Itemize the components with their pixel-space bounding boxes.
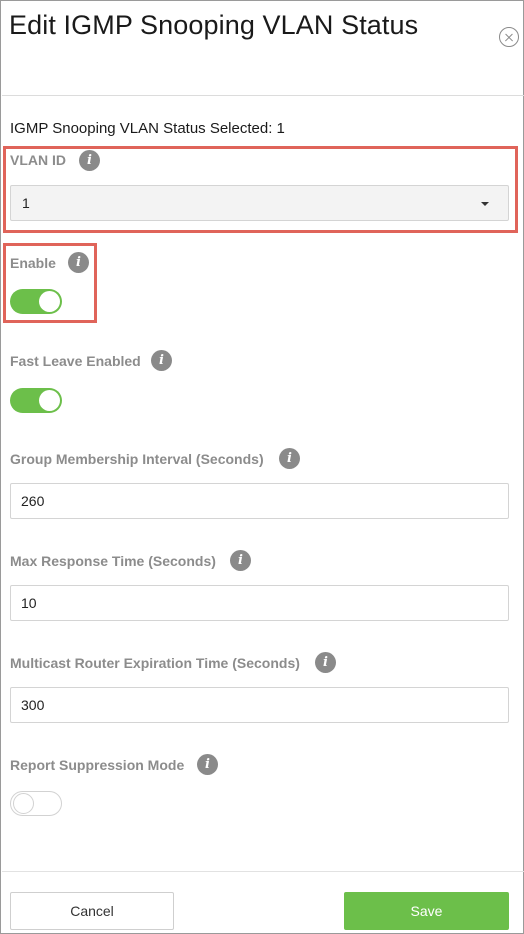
vlan-id-info-icon[interactable]: i — [79, 150, 100, 171]
vlan-id-value: 1 — [22, 195, 30, 211]
group-membership-interval-input[interactable] — [10, 483, 509, 519]
enable-info-icon[interactable]: i — [68, 252, 89, 273]
toggle-knob — [39, 291, 60, 312]
toggle-knob — [13, 793, 34, 814]
enable-label: Enable — [10, 255, 56, 271]
header-divider — [2, 95, 524, 96]
dialog-title: Edit IGMP Snooping VLAN Status — [9, 10, 419, 40]
max-response-time-label: Max Response Time (Seconds) — [10, 553, 216, 569]
fast-leave-info-icon[interactable]: i — [151, 350, 172, 371]
report-suppression-info-icon[interactable]: i — [197, 754, 218, 775]
max-response-time-info-icon[interactable]: i — [230, 550, 251, 571]
max-response-time-input[interactable] — [10, 585, 509, 621]
mrouter-expiration-label: Multicast Router Expiration Time (Second… — [10, 655, 300, 671]
report-suppression-toggle[interactable] — [10, 791, 62, 816]
mrouter-expiration-input[interactable] — [10, 687, 509, 723]
save-button[interactable]: Save — [344, 892, 509, 930]
fast-leave-toggle[interactable] — [10, 388, 62, 413]
selection-summary: IGMP Snooping VLAN Status Selected: 1 — [10, 120, 285, 137]
mrouter-expiration-info-icon[interactable]: i — [315, 652, 336, 673]
footer-divider — [2, 871, 524, 872]
vlan-id-label: VLAN ID — [10, 152, 66, 168]
fast-leave-label: Fast Leave Enabled — [10, 353, 141, 369]
vlan-id-select[interactable]: 1 — [10, 185, 509, 221]
group-membership-interval-label: Group Membership Interval (Seconds) — [10, 451, 264, 467]
enable-toggle[interactable] — [10, 289, 62, 314]
close-icon[interactable] — [499, 27, 519, 47]
toggle-knob — [39, 390, 60, 411]
group-membership-interval-info-icon[interactable]: i — [279, 448, 300, 469]
edit-dialog: Edit IGMP Snooping VLAN Status IGMP Snoo… — [0, 0, 524, 934]
cancel-button[interactable]: Cancel — [10, 892, 174, 930]
chevron-down-icon — [481, 202, 489, 206]
report-suppression-label: Report Suppression Mode — [10, 757, 185, 773]
